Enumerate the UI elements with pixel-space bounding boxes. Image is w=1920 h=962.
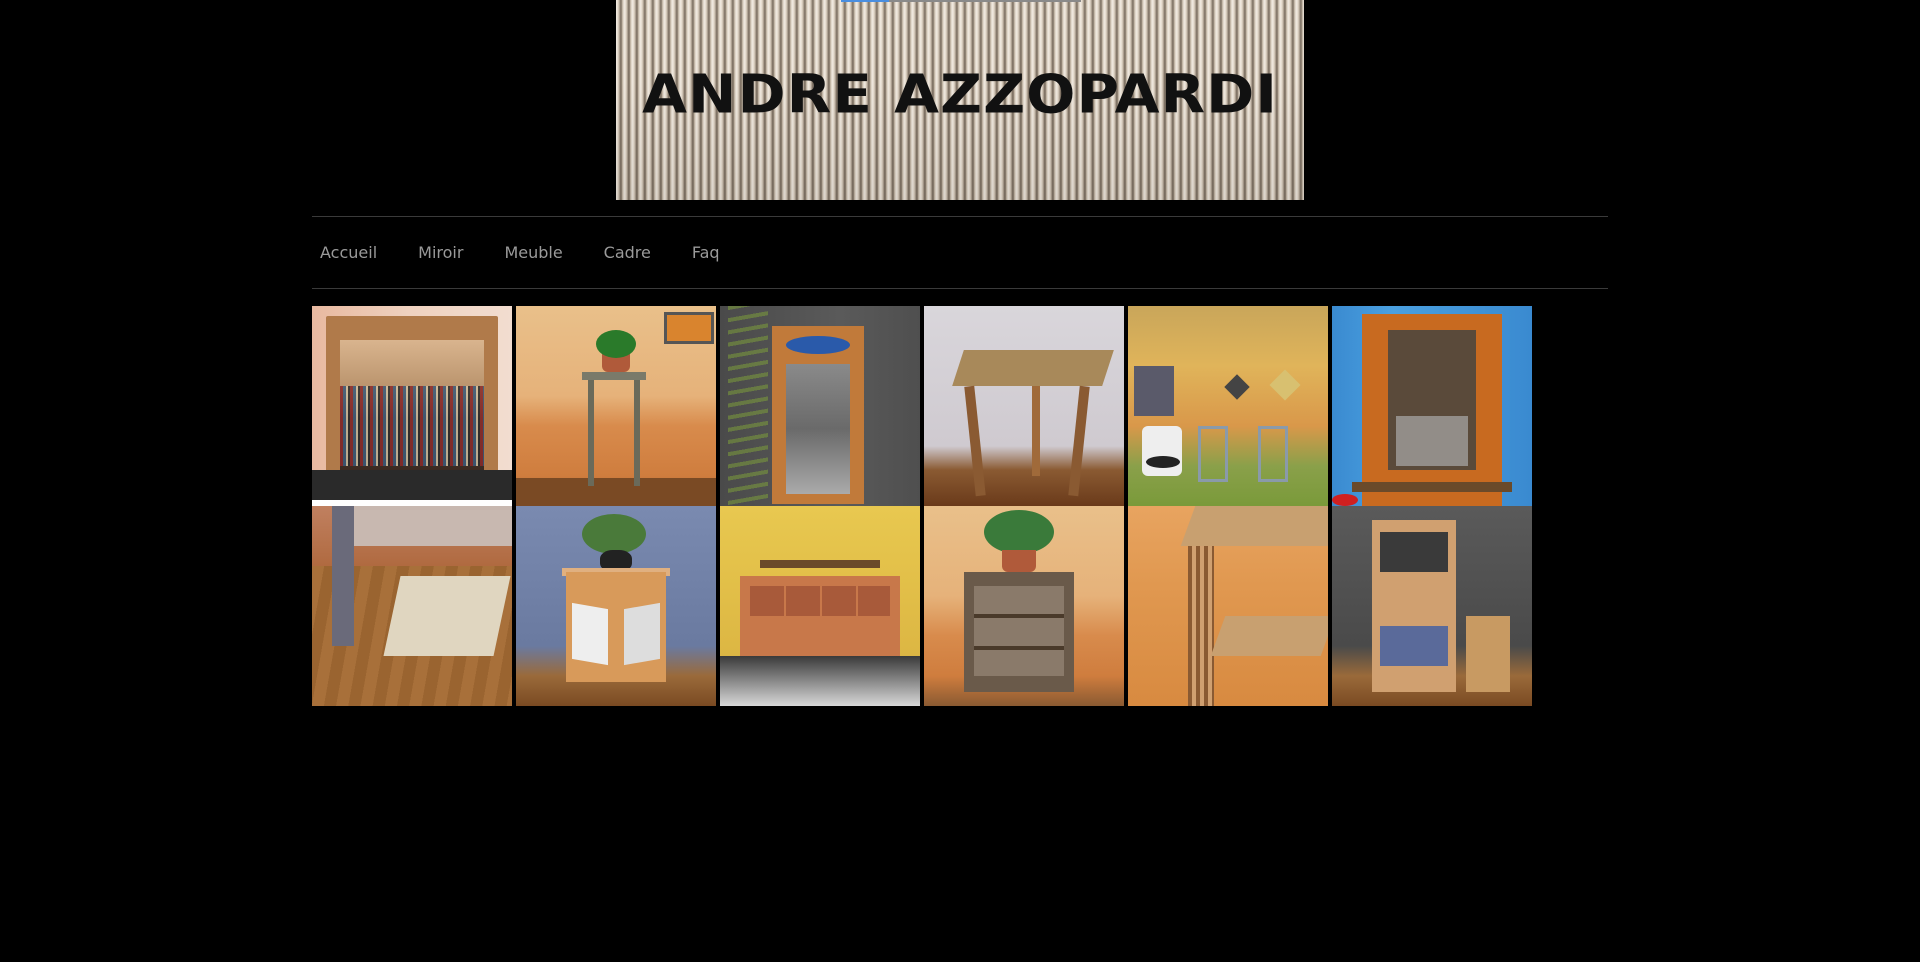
nav-list: Accueil Miroir Meuble Cadre Faq	[312, 217, 1608, 288]
headboard-panels	[750, 586, 890, 616]
gallery-thumb-side-table[interactable]	[924, 306, 1124, 506]
table-top	[1180, 506, 1328, 546]
wall-panel-left	[1198, 426, 1228, 482]
inlay-panel	[383, 576, 511, 656]
gallery-thumb-shelf-unit[interactable]	[924, 506, 1124, 706]
gallery-thumb-table-corner[interactable]	[1128, 506, 1328, 706]
bonsai-leaves	[582, 514, 646, 554]
toilet-seat	[1146, 456, 1180, 468]
dresser-glass-doors	[1380, 626, 1448, 666]
fluted-leg	[1188, 546, 1214, 706]
tall-mirror-glass	[786, 364, 850, 494]
table-top	[952, 350, 1114, 386]
bathroom-shelf	[1134, 366, 1174, 416]
cabinet-door-left	[572, 602, 608, 666]
nav-item-faq[interactable]: Faq	[692, 243, 720, 262]
toilet	[1142, 426, 1182, 476]
diamond-ornament-gold	[1269, 369, 1301, 401]
stand-legs	[588, 376, 640, 486]
gallery-thumb-mirror[interactable]	[312, 306, 512, 506]
plant-leaves	[984, 510, 1054, 554]
headboard-lamp	[760, 560, 880, 568]
table-leg-right	[1068, 385, 1090, 497]
side-cabinet	[1466, 616, 1510, 692]
reflected-bookshelf	[340, 386, 484, 466]
table-leg-back	[1032, 386, 1040, 476]
cabinet-glass	[1396, 416, 1468, 466]
wall-frame	[664, 312, 714, 344]
eye-ornament	[786, 336, 850, 354]
lower-shelf	[1210, 616, 1328, 656]
cabinet-door-right	[624, 602, 660, 666]
nav-item-cadre[interactable]: Cadre	[604, 243, 651, 262]
nav-item-miroir[interactable]: Miroir	[418, 243, 463, 262]
shelf-compartments	[974, 586, 1064, 676]
mirror-base	[312, 470, 512, 500]
table-leg-left	[964, 385, 986, 497]
gallery-thumb-plant-stand[interactable]	[516, 306, 716, 506]
gallery-thumb-dresser[interactable]	[1332, 506, 1532, 706]
plant-leaves	[596, 330, 636, 358]
red-object	[1332, 494, 1358, 506]
page: ANDRE AZZOPARDI Accueil Miroir Meuble Ca…	[0, 0, 1920, 962]
bed-blanket	[720, 656, 920, 706]
gallery-thumb-display-cabinet[interactable]	[1332, 306, 1532, 506]
gallery-thumb-bathroom[interactable]	[1128, 306, 1328, 506]
nav-item-meuble[interactable]: Meuble	[504, 243, 562, 262]
gallery-thumb-small-cabinet[interactable]	[516, 506, 716, 706]
main-nav: Accueil Miroir Meuble Cadre Faq	[312, 216, 1608, 289]
wall	[352, 506, 512, 546]
plant-pot	[1002, 550, 1036, 572]
header-banner[interactable]: ANDRE AZZOPARDI	[616, 0, 1304, 200]
gallery-thumb-table-detail[interactable]	[312, 506, 512, 706]
dresser-niche	[1380, 532, 1448, 572]
photo-gallery	[312, 306, 1538, 706]
site-title: ANDRE AZZOPARDI	[642, 62, 1278, 126]
ivy-vine	[728, 306, 768, 506]
gallery-thumb-headboard[interactable]	[720, 506, 920, 706]
gallery-thumb-tall-mirror[interactable]	[720, 306, 920, 506]
cabinet-shelf	[1352, 482, 1512, 492]
wall-panel-right	[1258, 426, 1288, 482]
table-post	[332, 506, 354, 646]
stand-top	[582, 372, 646, 380]
banner-selection-highlight	[841, 0, 889, 2]
nav-item-accueil[interactable]: Accueil	[320, 243, 377, 262]
diamond-ornament-dark	[1224, 374, 1250, 400]
